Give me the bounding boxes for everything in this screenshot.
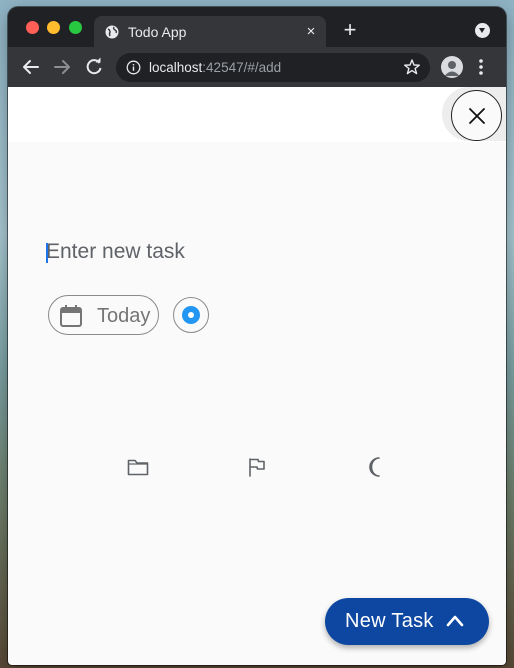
browser-tab[interactable]: Todo App × [94, 16, 326, 47]
more-menu-icon[interactable] [475, 57, 487, 77]
due-date-label: Today [97, 305, 151, 327]
tab-search-button[interactable] [475, 23, 490, 38]
window-maximize-button[interactable] [69, 21, 82, 34]
close-button[interactable] [451, 90, 502, 141]
folder-icon[interactable] [126, 455, 150, 479]
window-minimize-button[interactable] [47, 21, 60, 34]
moon-icon[interactable] [364, 455, 388, 479]
forward-icon[interactable] [51, 56, 73, 78]
window-close-button[interactable] [26, 21, 39, 34]
text-cursor [46, 243, 48, 263]
globe-icon [105, 25, 119, 39]
back-icon[interactable] [20, 56, 42, 78]
new-task-label: New Task [345, 610, 434, 632]
flag-icon[interactable] [245, 455, 269, 479]
address-bar[interactable]: localhost:42547/#/add [116, 53, 430, 82]
new-task-button[interactable]: New Task [325, 598, 489, 645]
person-icon [444, 61, 460, 76]
tab-close-button[interactable]: × [302, 23, 320, 41]
new-tab-button[interactable]: + [340, 19, 360, 41]
new-task-input[interactable] [46, 237, 466, 267]
due-date-chip[interactable]: Today [48, 295, 159, 335]
info-icon[interactable] [126, 60, 141, 75]
priority-chip[interactable] [173, 297, 209, 333]
tab-strip: Todo App × + [8, 7, 506, 47]
page-viewport: Today New Task [8, 87, 506, 665]
browser-window: Todo App × + localhost:42547/#/add Enter… [8, 7, 506, 665]
app-top-bar [8, 87, 506, 142]
reload-icon[interactable] [83, 56, 105, 78]
tab-title: Todo App [128, 24, 187, 40]
priority-dot-icon [182, 306, 200, 324]
close-icon [469, 108, 485, 124]
bookmark-star-icon[interactable] [403, 58, 421, 76]
url-text: localhost:42547/#/add [149, 60, 282, 75]
profile-avatar[interactable] [441, 56, 463, 78]
browser-toolbar: localhost:42547/#/add [8, 47, 506, 87]
chevron-up-icon [446, 615, 464, 627]
calendar-icon [60, 305, 82, 327]
